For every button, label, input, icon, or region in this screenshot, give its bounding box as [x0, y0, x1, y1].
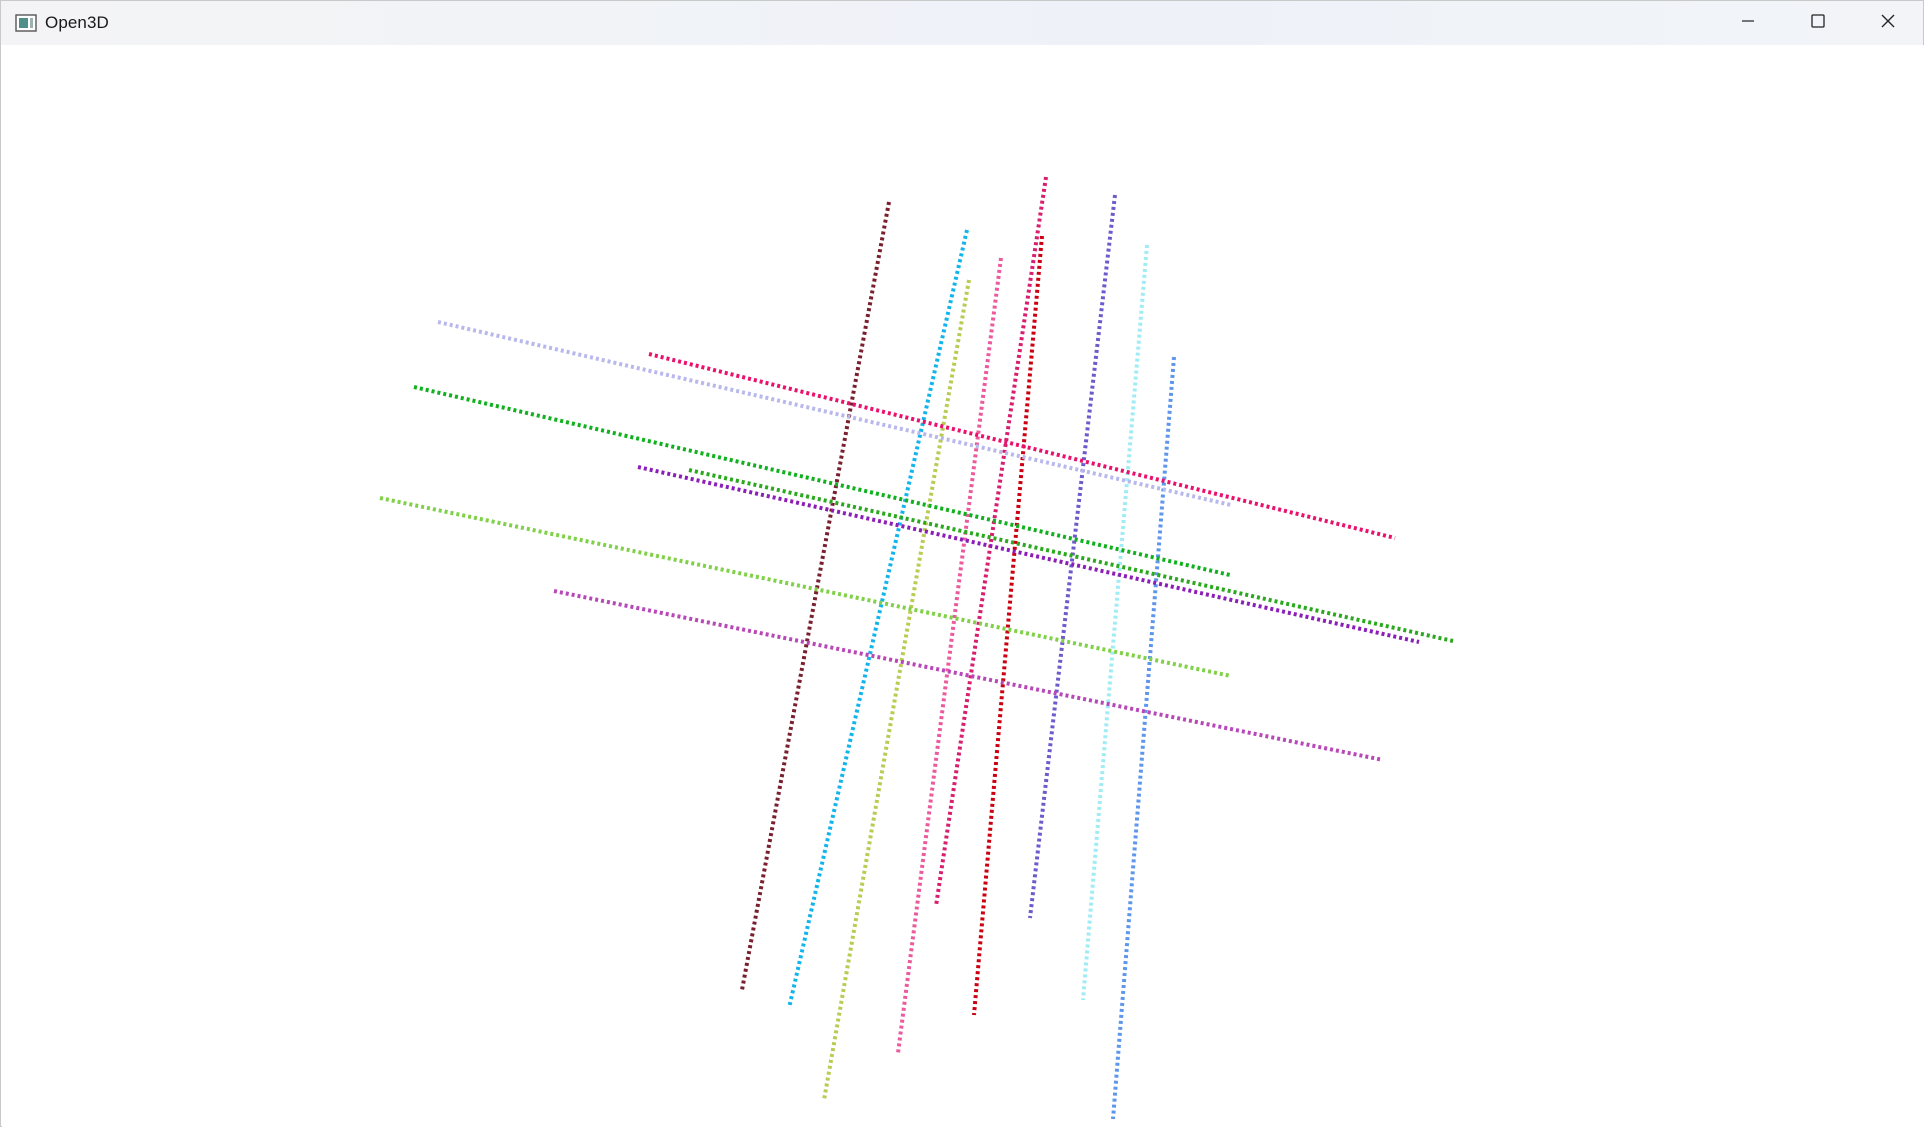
3d-viewport[interactable]: [2, 45, 1924, 1127]
green-line: [413, 385, 1231, 577]
open3d-app-icon: [15, 14, 37, 32]
light-green-line: [379, 496, 1232, 678]
window-controls: [1713, 1, 1923, 45]
forest-green-line: [688, 468, 1454, 643]
yellow-green-line: [822, 279, 971, 1101]
orchid-line: [553, 589, 1384, 762]
maximize-button[interactable]: [1783, 1, 1853, 45]
deep-sky-blue-line: [787, 229, 969, 1009]
hot-pink-line: [896, 257, 1003, 1054]
lavender-line: [437, 320, 1232, 507]
crimson-line: [934, 176, 1048, 907]
minimize-button[interactable]: [1713, 1, 1783, 45]
magenta-pink-line: [648, 352, 1396, 540]
point-cloud-canvas[interactable]: [2, 45, 1924, 1127]
maroon-line: [740, 201, 891, 991]
close-button[interactable]: [1853, 1, 1923, 45]
title-bar[interactable]: Open3D: [1, 1, 1923, 45]
minimize-icon: [1740, 13, 1756, 34]
open3d-window: Open3D: [0, 0, 1924, 1127]
purple-line: [637, 465, 1420, 644]
maximize-icon: [1810, 13, 1826, 34]
pale-cyan-line: [1081, 244, 1149, 1001]
close-icon: [1880, 13, 1896, 34]
window-title: Open3D: [45, 13, 109, 32]
